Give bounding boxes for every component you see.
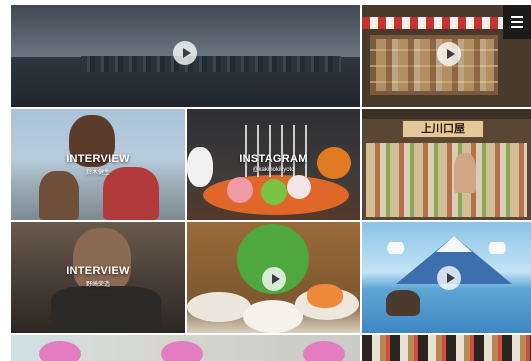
rock-island: [386, 290, 420, 316]
pink-bird: [39, 341, 81, 361]
interview-name: 野崎荣造: [85, 282, 110, 288]
instagram-cakepops-tile[interactable]: INSTAGRAM @kakinokikyoto: [187, 109, 360, 220]
bowl-left: [187, 292, 251, 322]
menu-bar: [511, 21, 523, 23]
interview-family-tile[interactable]: INTERVIEW 鈴木健生: [11, 109, 185, 220]
shop-goods: [376, 39, 494, 91]
pink-pop: [227, 177, 253, 203]
interview-label: INTERVIEW: [66, 153, 130, 165]
instagram-caption: INSTAGRAM @kakinokikyoto: [187, 153, 360, 173]
shop-sign: 上川口屋: [402, 120, 484, 138]
buildings-skyline: [81, 56, 341, 72]
menu-bar: [511, 16, 523, 18]
bowl-center: [243, 300, 303, 333]
person-child-left: [39, 171, 79, 220]
play-icon[interactable]: [173, 41, 197, 65]
play-icon[interactable]: [262, 267, 286, 291]
person-jacket: [51, 286, 161, 333]
interview-label: INTERVIEW: [66, 265, 130, 277]
green-mascot-video[interactable]: [187, 222, 360, 333]
play-icon[interactable]: [437, 266, 461, 290]
shop-displays: [366, 143, 527, 217]
green-pop: [261, 179, 287, 205]
instagram-label: INSTAGRAM: [239, 153, 308, 165]
instagram-handle: @kakinokikyoto: [252, 167, 295, 173]
white-pop: [287, 175, 311, 199]
masks-tile[interactable]: [362, 335, 531, 361]
interview-caption: INTERVIEW 野崎荣造: [11, 265, 185, 288]
shopkeeper: [454, 153, 476, 193]
interview-name: 鈴木健生: [85, 170, 110, 176]
city-skyline-video[interactable]: [11, 5, 360, 107]
pink-bird: [303, 341, 345, 361]
clouds: [362, 242, 531, 254]
storefront-tile[interactable]: 上川口屋: [362, 109, 531, 220]
mount-fuji-video[interactable]: [362, 222, 531, 333]
interview-caption: INTERVIEW 鈴木健生: [11, 153, 185, 176]
hamburger-menu-icon[interactable]: [503, 5, 531, 39]
play-icon[interactable]: [437, 42, 461, 66]
pink-bird: [161, 341, 203, 361]
interview-man-tile[interactable]: INTERVIEW 野崎荣造: [11, 222, 185, 333]
pink-birds-tile[interactable]: [11, 335, 360, 361]
orange-food: [307, 284, 343, 308]
menu-bar: [511, 26, 523, 28]
storefront-roof: [362, 109, 531, 119]
